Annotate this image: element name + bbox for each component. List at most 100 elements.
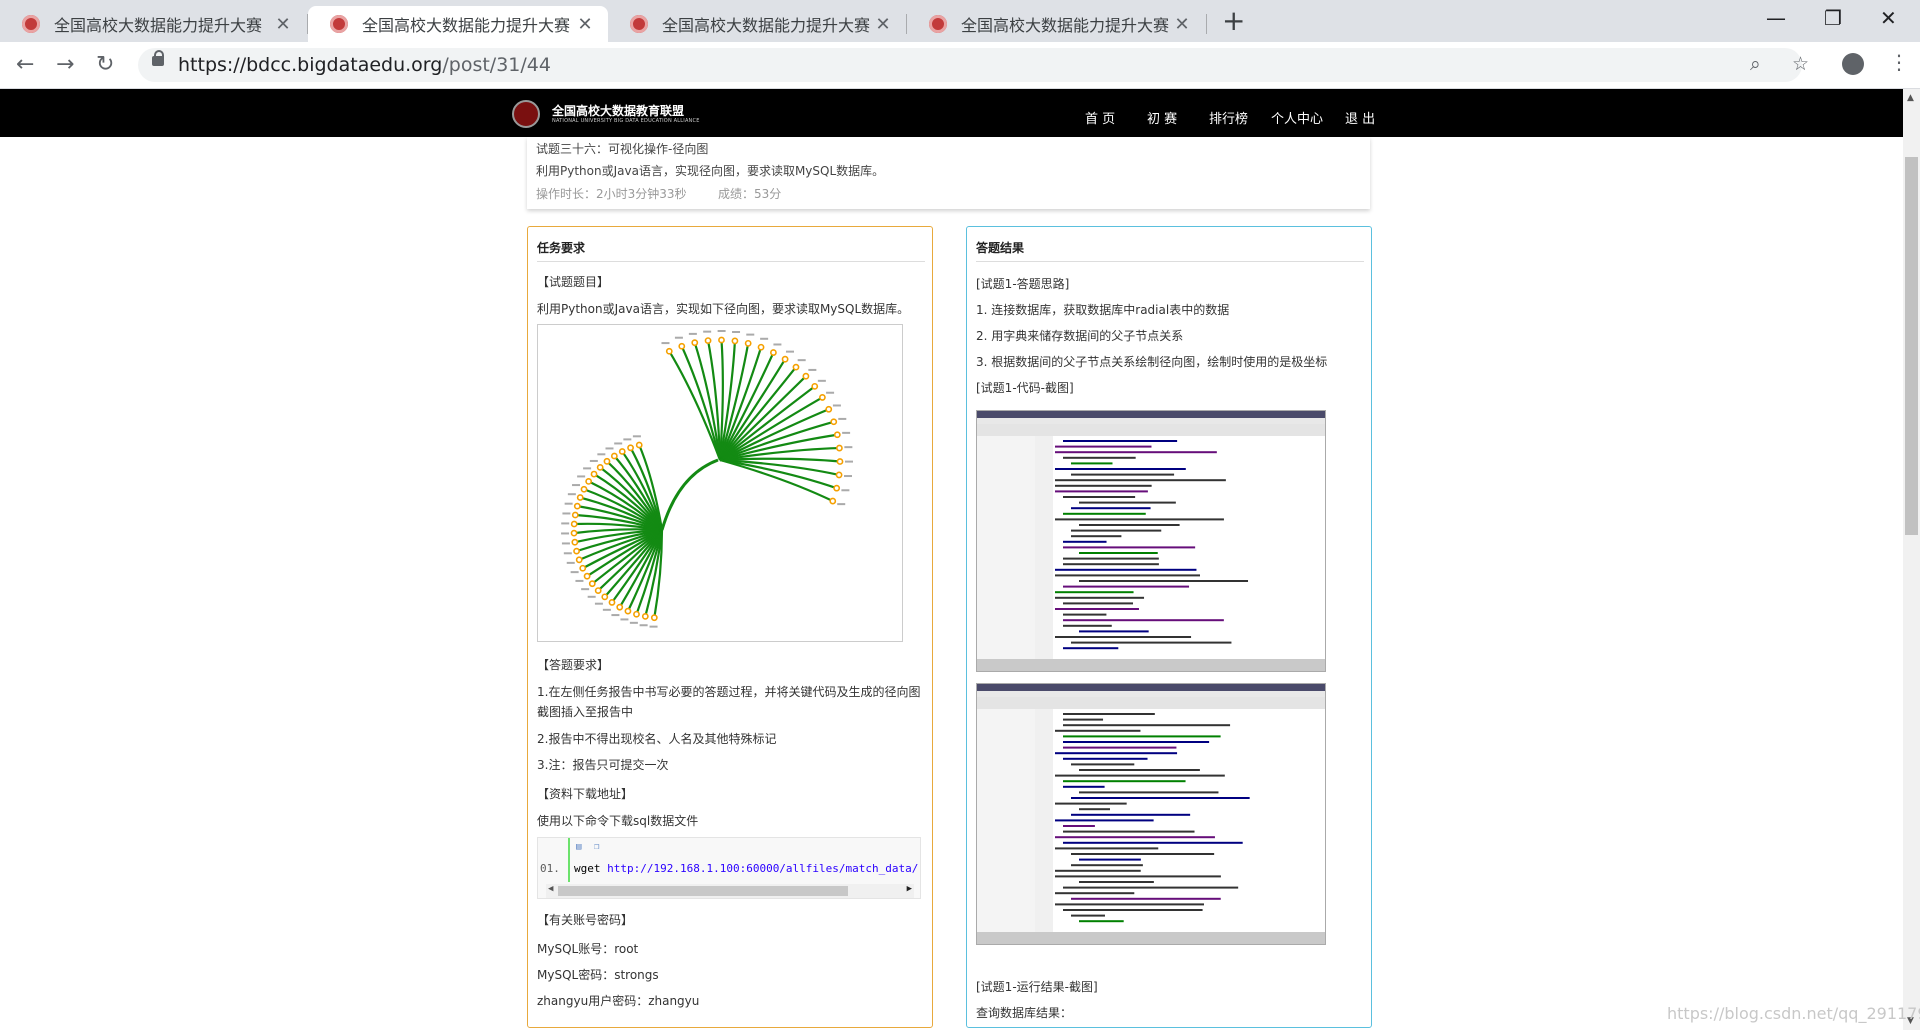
panel-heading: 任务要求 — [537, 241, 586, 255]
url-host: https://bdcc.bigdataedu.org — [178, 54, 443, 76]
browser-tab-2[interactable]: 全国高校大数据能力提升大赛 ✕ — [308, 6, 608, 42]
code-line — [1055, 608, 1139, 610]
browser-tab-1[interactable]: 全国高校大数据能力提升大赛 ✕ — [0, 6, 306, 42]
code-line-number: 01. — [540, 862, 560, 875]
profile-avatar-icon[interactable] — [1842, 53, 1864, 75]
tree-node — [618, 448, 626, 455]
code-line — [1079, 630, 1149, 633]
left-subtree — [561, 435, 664, 628]
scroll-up-icon[interactable]: ▲ — [1907, 93, 1914, 103]
run-result-title: [试题1-运行结果-截图] — [976, 980, 1098, 994]
tree-node — [744, 339, 752, 347]
divider — [537, 261, 925, 262]
code-command[interactable]: wget http://192.168.1.100:60000/allfiles… — [574, 862, 918, 875]
code-line — [1055, 479, 1226, 482]
code-line — [1063, 613, 1107, 616]
code-line — [1071, 473, 1175, 476]
scroll-thumb[interactable] — [1905, 157, 1918, 535]
reload-icon[interactable]: ↻ — [96, 52, 114, 77]
window-close-icon[interactable]: ✕ — [1880, 6, 1897, 30]
tree-node — [691, 339, 699, 347]
task-info-card: 试题三十六：可视化操作-径向图 利用Python或Java语言，实现径向图，要求… — [527, 137, 1370, 209]
address-bar[interactable]: https://bdcc.bigdataedu.org/post/31/44 ⌕… — [138, 48, 1809, 82]
browser-menu-icon[interactable]: ⋮ — [1889, 50, 1909, 74]
nav-personal-center[interactable]: 个人中心 — [1271, 108, 1323, 127]
code-line — [1063, 718, 1104, 721]
question-text: 利用Python或Java语言，实现如下径向图，要求读取MySQL数据库。 — [537, 302, 910, 316]
code-line — [1063, 546, 1196, 549]
site-favicon-icon — [330, 15, 348, 33]
task-score: 成绩：53分 — [718, 187, 782, 201]
code-line — [1055, 451, 1217, 454]
nav-preliminary[interactable]: 初 赛 — [1147, 108, 1177, 127]
code-line — [1055, 892, 1135, 895]
tree-node — [576, 494, 584, 501]
bookmark-star-icon[interactable]: ☆ — [1792, 53, 1809, 75]
site-favicon-icon — [22, 15, 40, 33]
tree-node-label — [632, 435, 641, 438]
browser-tab-4[interactable]: 全国高校大数据能力提升大赛 ✕ — [907, 6, 1205, 42]
code-line — [1071, 914, 1105, 917]
minimize-icon[interactable]: — — [1766, 6, 1786, 30]
tree-node — [718, 336, 725, 344]
nav-logout[interactable]: 退 出 — [1345, 108, 1375, 127]
tree-node — [833, 431, 841, 439]
zoom-icon[interactable]: ⌕ — [1750, 53, 1761, 75]
tree-node — [635, 441, 643, 449]
nav-leaderboard[interactable]: 排行榜 — [1209, 108, 1248, 127]
close-tab-icon[interactable]: ✕ — [872, 14, 894, 35]
ide-taskbar — [977, 932, 1325, 944]
tree-node — [665, 347, 673, 355]
zhangyu-password: zhangyu用户密码：zhangyu — [537, 994, 700, 1008]
requirement-1a: 1.在左侧任务报告中书写必要的答题过程，并将关键代码及生成的径向图 — [537, 685, 921, 699]
code-line — [1063, 825, 1095, 827]
scroll-right-icon[interactable]: ▶ — [907, 884, 912, 894]
tree-node — [579, 564, 587, 572]
code-line — [1071, 853, 1215, 855]
mysql-password: MySQL密码：strongs — [537, 968, 659, 982]
tab-divider — [1206, 14, 1207, 34]
radial-tree-graphic — [561, 330, 853, 628]
tree-edge — [719, 375, 807, 461]
new-tab-icon[interactable]: + — [1222, 6, 1245, 36]
divider — [976, 261, 1364, 262]
code-line — [1063, 746, 1177, 749]
tree-node — [573, 502, 581, 510]
ide-toolbar — [977, 424, 1325, 436]
tree-node-label — [785, 350, 794, 353]
code-line — [1055, 574, 1200, 577]
code-horizontal-scrollbar[interactable]: ◀ ▶ — [546, 884, 914, 898]
nav-home[interactable]: 首 页 — [1085, 108, 1115, 127]
tree-node-label — [564, 502, 573, 505]
forward-arrow-icon[interactable]: → — [56, 52, 74, 77]
restore-icon[interactable]: ❐ — [1824, 6, 1842, 30]
code-line — [1055, 591, 1134, 594]
logo-subtitle: NATIONAL UNIVERSITY BIG DATA EDUCATION A… — [552, 118, 700, 124]
tree-node-label — [717, 330, 726, 333]
browser-tab-3[interactable]: 全国高校大数据能力提升大赛 ✕ — [608, 6, 906, 42]
code-line — [1071, 864, 1143, 867]
url-text[interactable]: https://bdcc.bigdataedu.org/post/31/44 — [178, 54, 551, 76]
tree-node-label — [703, 330, 712, 333]
close-tab-icon[interactable]: ✕ — [574, 14, 596, 35]
code-scroll-thumb[interactable] — [558, 886, 848, 896]
close-tab-icon[interactable]: ✕ — [272, 14, 294, 35]
ide-toolbar — [977, 697, 1325, 709]
copy-code-icon[interactable]: ❐ — [594, 842, 599, 852]
tree-node — [835, 471, 843, 479]
close-tab-icon[interactable]: ✕ — [1171, 14, 1193, 35]
back-arrow-icon[interactable]: ← — [16, 52, 34, 77]
code-block[interactable]: ▤ ❐ 01. wget http://192.168.1.100:60000/… — [537, 837, 921, 899]
lock-icon[interactable] — [152, 50, 164, 66]
view-source-icon[interactable]: ▤ — [576, 842, 581, 852]
code-line — [1079, 808, 1110, 811]
tree-node-label — [760, 337, 769, 340]
scroll-left-icon[interactable]: ◀ — [548, 884, 553, 894]
tree-node-label — [563, 552, 572, 555]
tree-node — [818, 394, 826, 401]
tree-node — [650, 614, 658, 622]
page-scrollbar[interactable]: ▲ ▼ — [1903, 89, 1920, 1030]
tree-node-label — [602, 608, 611, 611]
tree-node-label — [674, 336, 683, 339]
tree-node — [570, 529, 578, 537]
